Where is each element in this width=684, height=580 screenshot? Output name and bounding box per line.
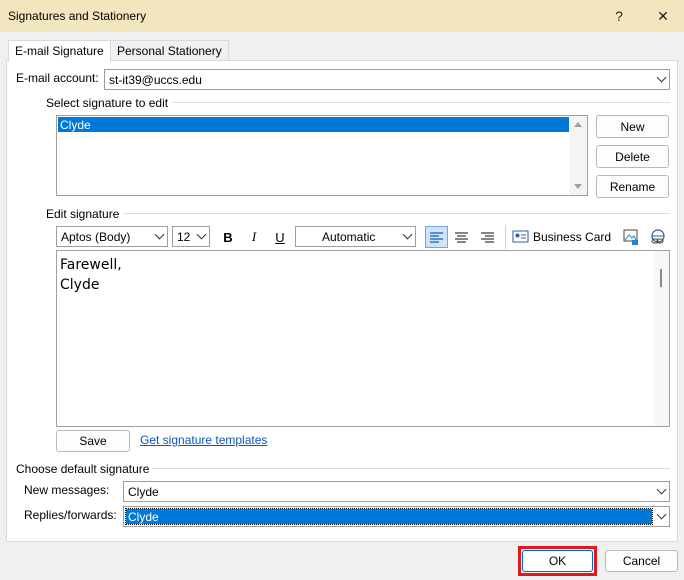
cancel-button[interactable]: Cancel <box>605 550 678 572</box>
replies-forwards-selection <box>125 508 653 525</box>
insert-picture-icon <box>623 229 638 245</box>
rename-button[interactable]: Rename <box>596 175 669 198</box>
replies-forwards-value: Clyde <box>128 510 159 524</box>
email-account-value: st-it39@uccs.edu <box>109 73 202 87</box>
editor-line: Clyde <box>60 277 100 293</box>
insert-picture-button[interactable] <box>621 227 641 247</box>
select-signature-label: Select signature to edit <box>46 96 169 110</box>
window-title: Signatures and Stationery <box>8 9 147 23</box>
delete-button[interactable]: Delete <box>596 145 669 168</box>
group-divider <box>172 102 670 103</box>
replies-forwards-label: Replies/forwards: <box>24 508 117 522</box>
chevron-down-icon <box>653 507 669 526</box>
font-dropdown[interactable]: Aptos (Body) <box>56 226 168 247</box>
font-color-dropdown[interactable]: Automatic <box>295 226 416 247</box>
email-account-dropdown[interactable]: st-it39@uccs.edu <box>104 69 670 90</box>
business-card-icon <box>512 230 529 243</box>
signature-list[interactable]: Clyde <box>56 115 588 196</box>
group-divider <box>152 468 670 469</box>
insert-hyperlink-button[interactable] <box>648 227 668 247</box>
help-button[interactable]: ? <box>598 0 640 32</box>
toolbar-divider <box>505 225 506 249</box>
ok-button[interactable]: OK <box>522 550 593 572</box>
underline-button[interactable]: U <box>270 227 290 247</box>
align-right-button[interactable] <box>477 227 498 247</box>
close-icon[interactable]: ✕ <box>642 0 684 32</box>
scrollbar-thumb[interactable] <box>660 269 662 287</box>
tab-email-signature[interactable]: E-mail Signature <box>8 40 111 62</box>
new-messages-dropdown[interactable]: Clyde <box>123 481 670 502</box>
list-scrollbar[interactable] <box>570 116 587 195</box>
business-card-label: Business Card <box>533 230 612 244</box>
edit-signature-label: Edit signature <box>46 207 120 221</box>
email-account-label: E-mail account: <box>16 71 99 85</box>
signature-editor[interactable]: Farewell, Clyde <box>56 250 670 427</box>
chevron-down-icon <box>653 482 669 501</box>
signature-templates-link[interactable]: Get signature templates <box>140 433 267 447</box>
scroll-up-icon[interactable] <box>574 122 582 127</box>
chevron-down-icon <box>193 227 209 246</box>
scroll-down-icon[interactable] <box>574 184 582 189</box>
replies-forwards-dropdown[interactable]: Clyde <box>123 506 670 527</box>
new-button[interactable]: New <box>596 115 669 138</box>
default-signature-label: Choose default signature <box>16 462 150 476</box>
font-size-dropdown[interactable]: 12 <box>172 226 210 247</box>
hyperlink-icon <box>651 229 665 244</box>
align-left-button[interactable] <box>425 226 448 248</box>
chevron-down-icon <box>399 227 415 246</box>
business-card-button[interactable]: Business Card <box>512 227 612 247</box>
bold-button[interactable]: B <box>218 227 238 247</box>
font-color-value: Automatic <box>322 230 376 244</box>
chevron-down-icon <box>151 227 167 246</box>
chevron-down-icon <box>653 70 669 89</box>
font-size-value: 12 <box>177 230 191 244</box>
font-value: Aptos (Body) <box>61 230 131 244</box>
new-messages-label: New messages: <box>24 483 110 497</box>
tab-personal-stationery[interactable]: Personal Stationery <box>110 40 229 61</box>
editor-line: Farewell, <box>60 257 122 273</box>
signature-list-item[interactable]: Clyde <box>58 117 569 132</box>
editor-scrollbar[interactable] <box>654 251 669 426</box>
group-divider <box>124 213 670 214</box>
save-button[interactable]: Save <box>56 430 130 452</box>
align-left-icon <box>430 232 443 243</box>
align-center-icon <box>455 232 468 243</box>
align-right-icon <box>481 232 494 243</box>
new-messages-value: Clyde <box>128 485 159 499</box>
italic-button[interactable]: I <box>244 227 264 247</box>
align-center-button[interactable] <box>451 227 472 247</box>
